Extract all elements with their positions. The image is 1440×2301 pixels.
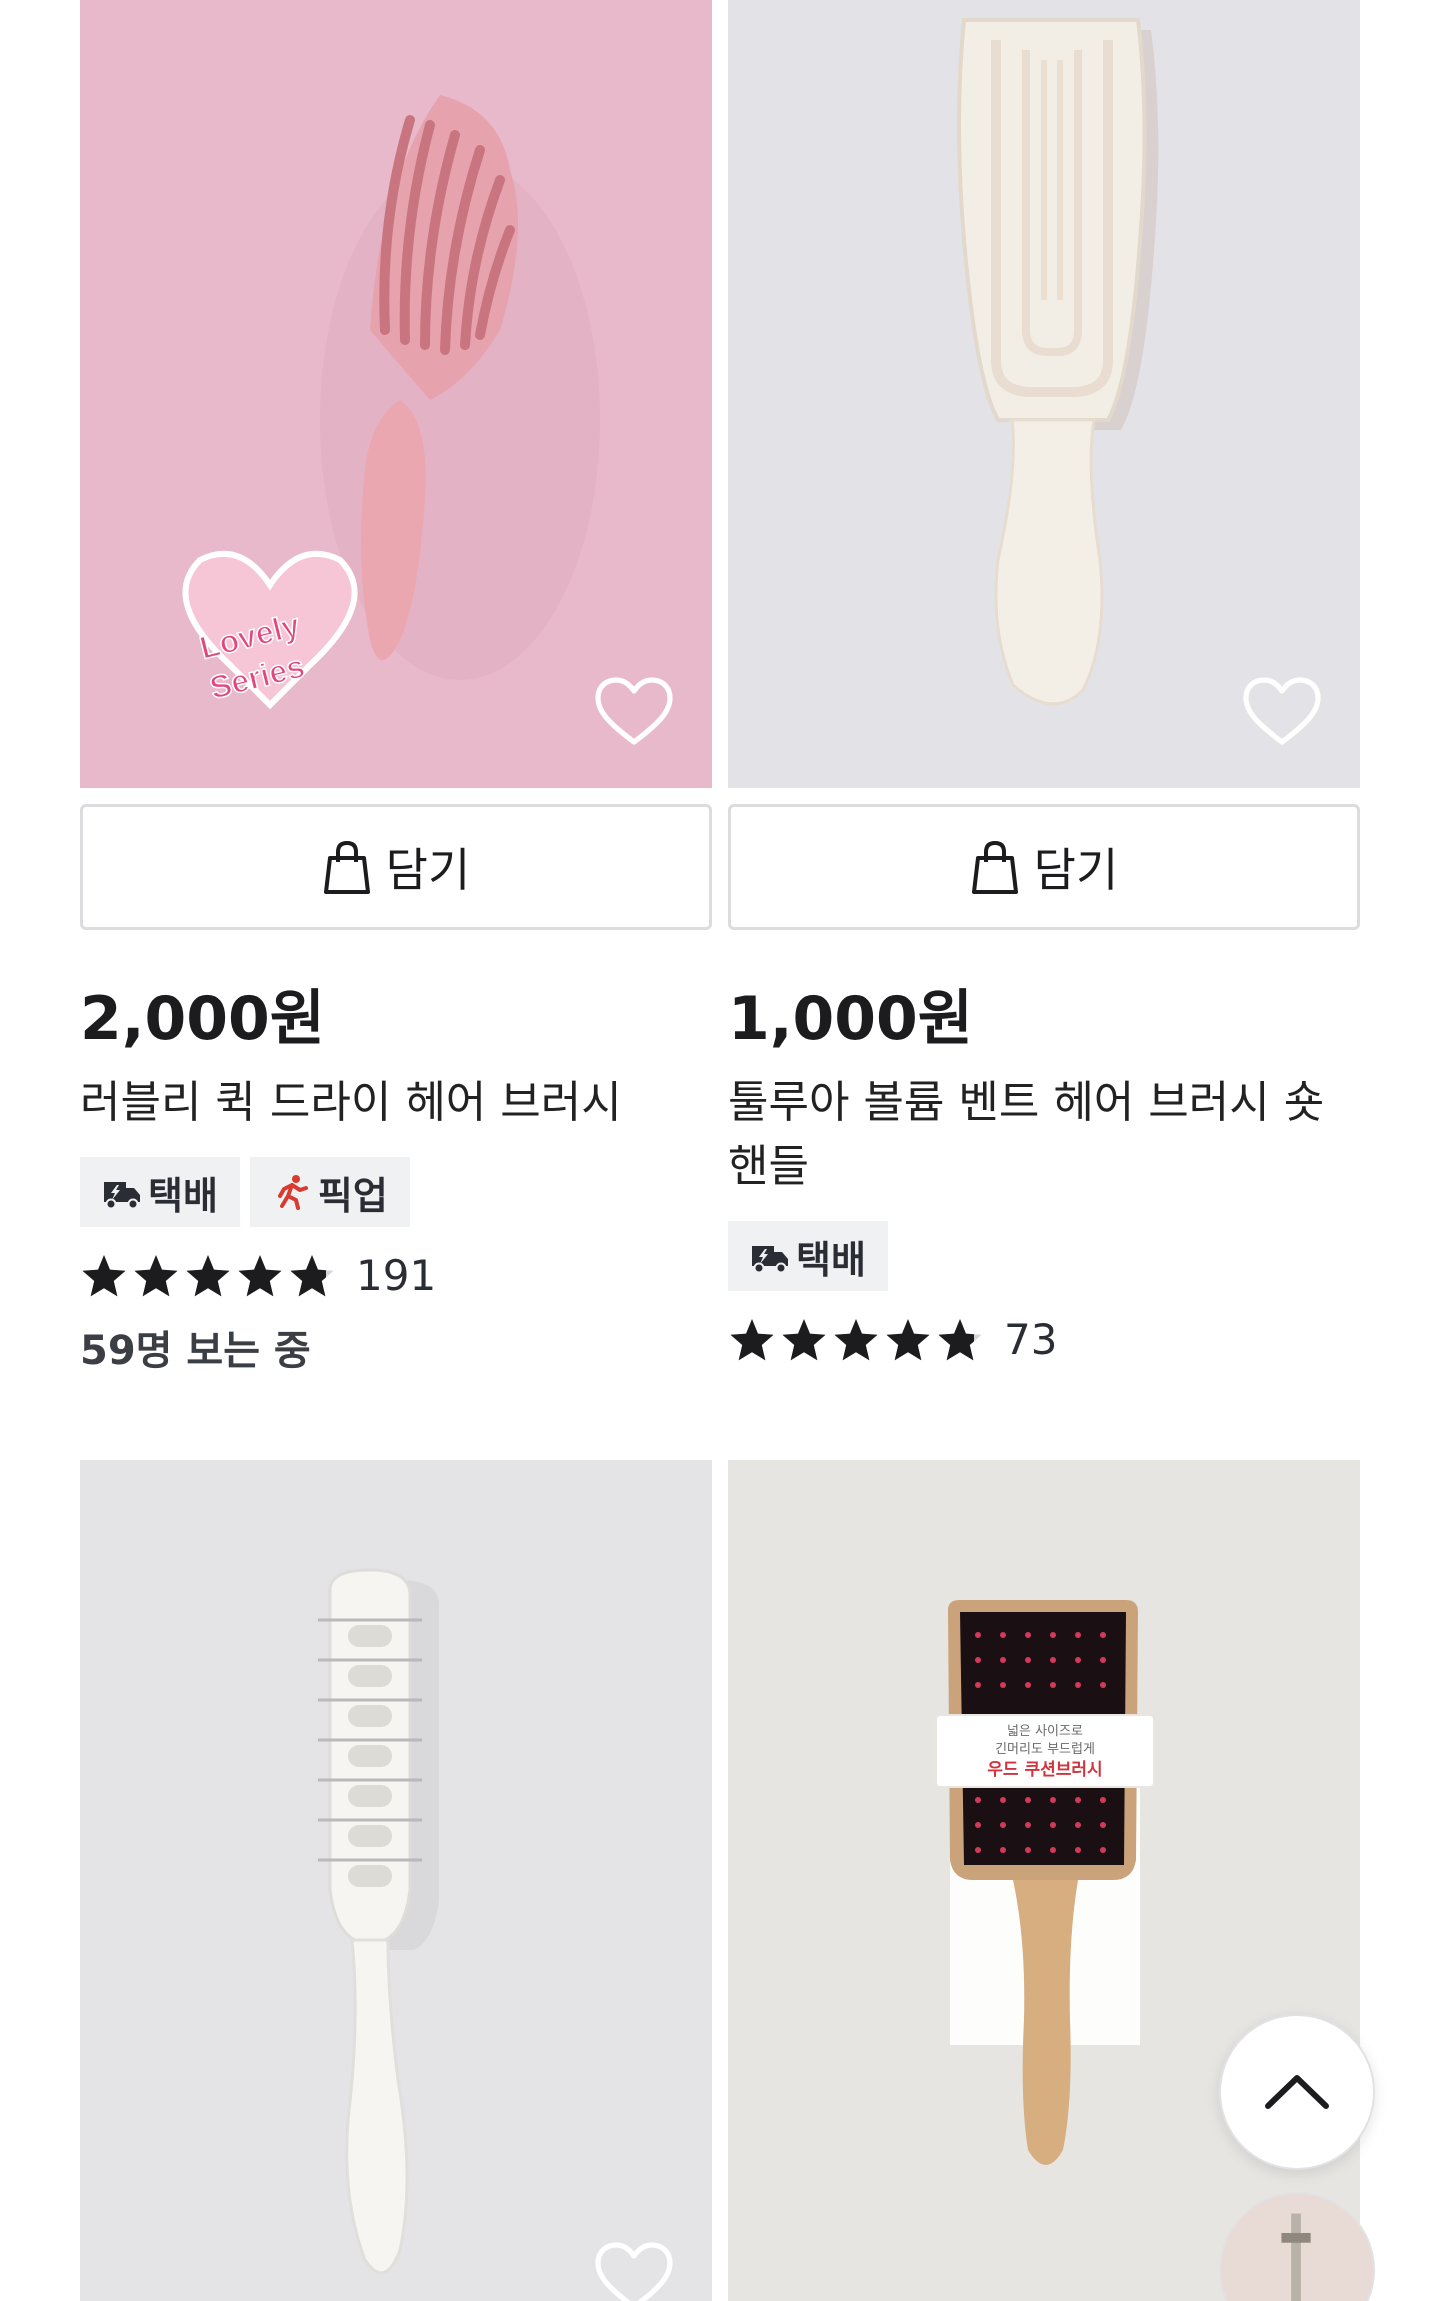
pickup-runner-icon bbox=[277, 1175, 308, 1210]
star-icon bbox=[238, 1254, 282, 1296]
scroll-to-top-button[interactable] bbox=[1219, 2014, 1375, 2170]
product-rating: 73 bbox=[728, 1315, 1360, 1364]
cream-vent-brush-image bbox=[728, 0, 1360, 788]
chevron-up-icon bbox=[1265, 2075, 1329, 2109]
tag-delivery: 택배 bbox=[80, 1157, 240, 1227]
tag-delivery: 택배 bbox=[728, 1221, 888, 1291]
wishlist-heart-icon[interactable] bbox=[594, 676, 674, 748]
star-icon bbox=[82, 1254, 126, 1296]
review-count: 73 bbox=[1004, 1315, 1058, 1364]
star-icon bbox=[730, 1318, 774, 1360]
product-name[interactable]: 러블리 퀵 드라이 헤어 브러시 bbox=[80, 1071, 712, 1135]
wood-cushion-brush-image: 넓은 사이즈로 긴머리도 부드럽게 우드 쿠션브러시 bbox=[728, 1460, 1360, 2301]
shopping-bag-icon bbox=[971, 840, 1018, 894]
product-image[interactable]: 넓은 사이즈로 긴머리도 부드럽게 우드 쿠션브러시 bbox=[728, 1460, 1360, 2301]
star-icon bbox=[186, 1254, 230, 1296]
viewers-count: 59명 보는 중 bbox=[80, 1328, 311, 1374]
white-vent-brush-image bbox=[80, 1460, 712, 2301]
review-count: 191 bbox=[356, 1251, 437, 1300]
product-card[interactable]: Lovely Series 담기 2,000원 러블리 퀵 드라이 헤어 브러시 bbox=[80, 0, 712, 1376]
star-icon bbox=[886, 1318, 930, 1360]
svg-text:긴머리도 부드럽게: 긴머리도 부드럽게 bbox=[995, 1742, 1095, 1757]
partial-star-icon bbox=[290, 1254, 334, 1296]
cart-button-label: 담기 bbox=[1033, 843, 1119, 897]
product-card[interactable]: 담기 1,000원 툴루아 볼륨 벤트 헤어 브러시 숏 핸들 택배 73 bbox=[728, 0, 1360, 1364]
star-icon bbox=[834, 1318, 878, 1360]
add-to-cart-button[interactable]: 담기 bbox=[728, 804, 1360, 930]
product-price: 2,000원 bbox=[80, 984, 325, 1054]
cart-button-label: 담기 bbox=[385, 843, 471, 897]
product-price: 1,000원 bbox=[728, 984, 973, 1054]
partial-star-icon bbox=[938, 1318, 982, 1360]
tag-label: 택배 bbox=[796, 1237, 866, 1282]
pink-brush-image: Lovely Series bbox=[80, 0, 712, 788]
add-to-cart-button[interactable]: 담기 bbox=[80, 804, 712, 930]
delivery-tags: 택배 픽업 bbox=[80, 1157, 712, 1227]
product-image[interactable] bbox=[80, 1460, 712, 2301]
star-icon bbox=[782, 1318, 826, 1360]
product-image[interactable]: Lovely Series bbox=[80, 0, 712, 788]
shopping-bag-icon bbox=[323, 840, 370, 894]
product-image[interactable] bbox=[728, 0, 1360, 788]
star-icon bbox=[134, 1254, 178, 1296]
wishlist-heart-icon[interactable] bbox=[594, 2241, 674, 2301]
tag-label: 택배 bbox=[148, 1173, 218, 1218]
delivery-truck-icon bbox=[752, 1246, 788, 1274]
delivery-tags: 택배 bbox=[728, 1221, 1360, 1291]
svg-text:우드 쿠션브러시: 우드 쿠션브러시 bbox=[987, 1760, 1102, 1780]
tag-label: 픽업 bbox=[317, 1173, 388, 1218]
wishlist-heart-icon[interactable] bbox=[1242, 676, 1322, 748]
tag-pickup: 픽업 bbox=[249, 1157, 410, 1227]
star-rating bbox=[80, 1252, 336, 1300]
delivery-truck-icon bbox=[104, 1182, 140, 1210]
star-rating bbox=[728, 1316, 984, 1364]
svg-text:넓은 사이즈로: 넓은 사이즈로 bbox=[1007, 1724, 1083, 1739]
product-card[interactable]: 넓은 사이즈로 긴머리도 부드럽게 우드 쿠션브러시 bbox=[728, 1460, 1360, 2301]
product-card[interactable] bbox=[80, 1460, 712, 2301]
product-rating: 191 bbox=[80, 1251, 712, 1300]
product-name[interactable]: 툴루아 볼륨 벤트 헤어 브러시 숏 핸들 bbox=[728, 1071, 1348, 1199]
